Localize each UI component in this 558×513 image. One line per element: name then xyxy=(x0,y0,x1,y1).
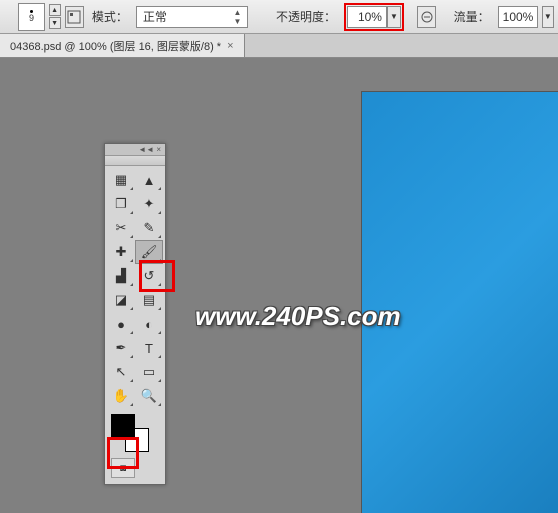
document-tab-bar: 04368.psd @ 100% (图层 16, 图层蒙版/8) * × xyxy=(0,34,558,58)
quick-mask-icon[interactable]: ◙ xyxy=(111,458,135,478)
mode-label: 模式： xyxy=(92,8,128,25)
submenu-corner-icon xyxy=(130,355,133,358)
shape-tool[interactable]: ▭ xyxy=(135,360,163,384)
brush-preset-picker[interactable]: 9 xyxy=(18,3,44,31)
flow-value: 100% xyxy=(503,10,533,24)
submenu-corner-icon xyxy=(158,355,161,358)
submenu-corner-icon xyxy=(130,283,133,286)
crop-tool[interactable]: ✂ xyxy=(107,216,135,240)
submenu-corner-icon xyxy=(158,259,161,262)
blur-tool[interactable]: ● xyxy=(107,312,135,336)
blend-mode-value: 正常 xyxy=(143,8,167,25)
opacity-highlight-box: 10% ▼ xyxy=(344,3,404,31)
patch-tool[interactable]: ✚ xyxy=(107,240,135,264)
color-swatches xyxy=(105,410,165,456)
wand-tool[interactable]: ✦ xyxy=(135,192,163,216)
panel-grip[interactable] xyxy=(105,156,165,166)
submenu-corner-icon xyxy=(158,307,161,310)
submenu-corner-icon xyxy=(130,235,133,238)
stamp-tool[interactable]: ▟ xyxy=(107,264,135,288)
blend-mode-select[interactable]: 正常 ▲▼ xyxy=(136,6,249,28)
flow-dropdown[interactable]: ▼ xyxy=(542,6,554,28)
submenu-corner-icon xyxy=(130,307,133,310)
panel-collapse-bar[interactable]: ◄◄ × xyxy=(105,144,165,156)
submenu-corner-icon xyxy=(158,403,161,406)
submenu-corner-icon xyxy=(130,211,133,214)
opacity-input[interactable]: 10% xyxy=(347,6,387,28)
history-brush-tool[interactable]: ↺ xyxy=(135,264,163,288)
move-tool[interactable]: ▦ xyxy=(107,168,135,192)
eraser-tool[interactable]: ◪ xyxy=(107,288,135,312)
submenu-corner-icon xyxy=(158,379,161,382)
submenu-corner-icon xyxy=(130,403,133,406)
canvas-area: ◄◄ × ▦▲❐✦✂✎✚🖌▟↺◪▤●◐✒T↖▭✋🔍 ◙ www.240PS.co… xyxy=(0,58,558,513)
path-tool[interactable]: ↖ xyxy=(107,360,135,384)
hand-tool[interactable]: ✋ xyxy=(107,384,135,408)
submenu-corner-icon xyxy=(158,235,161,238)
submenu-corner-icon xyxy=(158,187,161,190)
flow-input[interactable]: 100% xyxy=(498,6,538,28)
panel-collapse-icon: ◄◄ × xyxy=(138,145,161,154)
submenu-corner-icon xyxy=(130,259,133,262)
submenu-corner-icon xyxy=(158,331,161,334)
type-tool[interactable]: T xyxy=(135,336,163,360)
brush-size-value: 9 xyxy=(29,14,34,23)
pressure-opacity-icon[interactable] xyxy=(417,6,436,28)
submenu-corner-icon xyxy=(130,331,133,334)
opacity-dropdown[interactable]: ▼ xyxy=(387,6,401,28)
submenu-corner-icon xyxy=(158,283,161,286)
tool-grid: ▦▲❐✦✂✎✚🖌▟↺◪▤●◐✒T↖▭✋🔍 xyxy=(105,166,165,410)
eyedropper-tool[interactable]: ✎ xyxy=(135,216,163,240)
lasso-tool[interactable]: ❐ xyxy=(107,192,135,216)
document-tab-title: 04368.psd @ 100% (图层 16, 图层蒙版/8) * xyxy=(10,38,221,54)
brush-tool[interactable]: 🖌 xyxy=(135,240,163,264)
brush-size-up[interactable]: ▲ xyxy=(49,4,61,16)
opacity-label: 不透明度： xyxy=(276,8,336,25)
watermark-text: www.240PS.com xyxy=(195,301,401,332)
opacity-value: 10% xyxy=(352,10,382,24)
submenu-corner-icon xyxy=(130,379,133,382)
submenu-corner-icon xyxy=(130,187,133,190)
select-arrows-icon: ▲▼ xyxy=(233,8,241,26)
foreground-color-swatch[interactable] xyxy=(111,414,135,438)
gradient-tool[interactable]: ▤ xyxy=(135,288,163,312)
pen-tool[interactable]: ✒ xyxy=(107,336,135,360)
tab-close-icon[interactable]: × xyxy=(227,40,233,52)
dodge-tool[interactable]: ◐ xyxy=(135,312,163,336)
zoom-tool[interactable]: 🔍 xyxy=(135,384,163,408)
brush-size-down[interactable]: ▼ xyxy=(49,17,61,29)
submenu-corner-icon xyxy=(158,211,161,214)
tools-panel: ◄◄ × ▦▲❐✦✂✎✚🖌▟↺◪▤●◐✒T↖▭✋🔍 ◙ xyxy=(104,143,166,485)
options-bar: 9 ▲ ▼ 模式： 正常 ▲▼ 不透明度： 10% ▼ 流量： 100% ▼ xyxy=(0,0,558,34)
flow-label: 流量： xyxy=(454,8,490,25)
document-tab[interactable]: 04368.psd @ 100% (图层 16, 图层蒙版/8) * × xyxy=(0,34,245,57)
brush-panel-toggle-icon[interactable] xyxy=(65,6,84,28)
marquee-tool[interactable]: ▲ xyxy=(135,168,163,192)
